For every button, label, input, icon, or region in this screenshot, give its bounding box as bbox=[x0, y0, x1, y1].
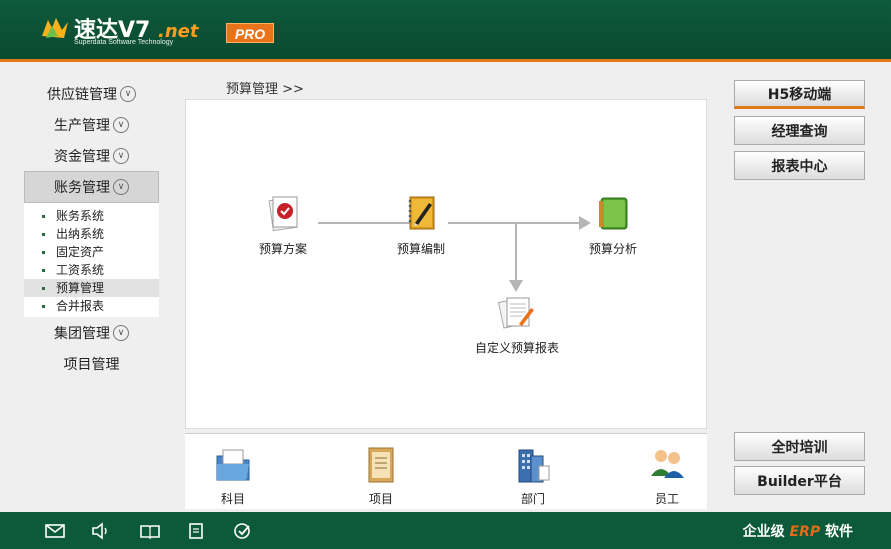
sidebar-item-label: 供应链管理 bbox=[47, 86, 117, 103]
breadcrumb: 预算管理 >> bbox=[226, 82, 304, 97]
sidebar-item-label: 资金管理 bbox=[54, 148, 110, 165]
node-label: 自定义预算报表 bbox=[474, 341, 559, 355]
app-footer: 企业级 ERP 软件 bbox=[0, 512, 891, 549]
accounting-submenu: 账务系统 出纳系统 固定资产 工资系统 预算管理 合并报表 bbox=[24, 203, 159, 317]
node-label: 预算分析 bbox=[588, 242, 637, 256]
tray-item-subject[interactable]: 科目 bbox=[203, 442, 263, 507]
document-list-icon[interactable] bbox=[186, 521, 208, 541]
sidebar-item-production[interactable]: 生产管理 ∨ bbox=[24, 109, 159, 140]
chevron-down-icon: ∨ bbox=[113, 147, 129, 164]
submenu-item-payroll[interactable]: 工资系统 bbox=[24, 261, 159, 279]
arrow-down-icon bbox=[509, 280, 523, 292]
footer-tagline: 企业级 ERP 软件 bbox=[743, 521, 853, 541]
logo-subtitle: Superdata Software Technology bbox=[74, 39, 174, 46]
node-budget-compile[interactable]: 预算编制 bbox=[386, 193, 456, 257]
tray-item-department[interactable]: 部门 bbox=[503, 442, 563, 507]
logo-icon bbox=[42, 18, 68, 38]
sidebar: 供应链管理 ∨ 生产管理 ∨ 资金管理 ∨ 账务管理 ∨ 账务系统 出纳系统 固… bbox=[24, 78, 159, 379]
speaker-icon[interactable] bbox=[90, 521, 112, 541]
sidebar-item-label: 项目管理 bbox=[63, 356, 120, 373]
check-circle-icon[interactable] bbox=[232, 521, 254, 541]
chevron-down-icon: ∨ bbox=[113, 179, 129, 195]
node-budget-analysis[interactable]: 预算分析 bbox=[578, 193, 648, 257]
node-label: 预算编制 bbox=[396, 242, 445, 256]
sidebar-item-supply-chain[interactable]: 供应链管理 ∨ bbox=[24, 78, 159, 109]
sidebar-item-label: 账务管理 bbox=[54, 180, 110, 196]
sidebar-item-project[interactable]: 项目管理 bbox=[24, 348, 159, 379]
green-book-icon bbox=[599, 197, 628, 230]
users-icon bbox=[651, 450, 684, 478]
report-center-button[interactable]: 报表中心 bbox=[734, 151, 865, 180]
submenu-item-budget[interactable]: 预算管理 bbox=[24, 279, 159, 297]
tray-label: 员工 bbox=[654, 492, 679, 506]
tray-item-project[interactable]: 项目 bbox=[351, 442, 411, 507]
app-header: 速达V7 .net Superdata Software Technology … bbox=[0, 0, 891, 62]
footer-prefix: 企业级 bbox=[742, 524, 785, 540]
h5-mobile-button[interactable]: H5移动端 bbox=[734, 80, 865, 109]
chevron-down-icon: ∨ bbox=[120, 85, 136, 102]
tray-label: 部门 bbox=[520, 492, 545, 506]
node-budget-plan[interactable]: 预算方案 bbox=[248, 193, 318, 257]
mail-icon[interactable] bbox=[44, 521, 66, 541]
footer-suffix: 软件 bbox=[825, 524, 853, 540]
node-custom-report[interactable]: 自定义预算报表 bbox=[462, 292, 572, 356]
sidebar-item-funds[interactable]: 资金管理 ∨ bbox=[24, 140, 159, 171]
chevron-down-icon: ∨ bbox=[113, 116, 129, 133]
building-icon bbox=[518, 449, 550, 483]
workflow-canvas: 预算方案 预算编制 预算分析 自定义预算报表 bbox=[185, 99, 707, 429]
tray-label: 项目 bbox=[368, 492, 393, 506]
folder-icon bbox=[216, 449, 250, 481]
footer-erp: ERP bbox=[789, 524, 821, 540]
training-button[interactable]: 全时培训 bbox=[734, 432, 865, 461]
submenu-item-fixed-assets[interactable]: 固定资产 bbox=[24, 243, 159, 261]
flow-connector bbox=[515, 223, 517, 283]
pro-badge: PRO bbox=[226, 23, 274, 43]
tray-item-employee[interactable]: 员工 bbox=[637, 442, 697, 507]
tray-label: 科目 bbox=[220, 492, 245, 506]
sidebar-item-label: 生产管理 bbox=[54, 117, 110, 134]
manager-query-button[interactable]: 经理查询 bbox=[734, 116, 865, 145]
chevron-down-icon: ∨ bbox=[113, 324, 129, 341]
submenu-item-consolidated[interactable]: 合并报表 bbox=[24, 297, 159, 315]
sidebar-item-group[interactable]: 集团管理 ∨ bbox=[24, 317, 159, 348]
submenu-item-ledger[interactable]: 账务系统 bbox=[24, 207, 159, 225]
builder-platform-button[interactable]: Builder平台 bbox=[734, 466, 865, 495]
shortcut-tray: 科目 项目 部门 员工 bbox=[185, 433, 707, 509]
submenu-item-cashier[interactable]: 出纳系统 bbox=[24, 225, 159, 243]
report-documents-icon bbox=[497, 297, 534, 329]
sidebar-item-accounting[interactable]: 账务管理 ∨ bbox=[24, 171, 159, 203]
sidebar-item-label: 集团管理 bbox=[54, 325, 110, 342]
notebook-pen-icon bbox=[408, 196, 435, 230]
book-icon[interactable] bbox=[139, 521, 161, 541]
document-check-icon bbox=[268, 196, 298, 232]
node-label: 预算方案 bbox=[258, 242, 307, 256]
clipboard-icon bbox=[368, 447, 394, 483]
